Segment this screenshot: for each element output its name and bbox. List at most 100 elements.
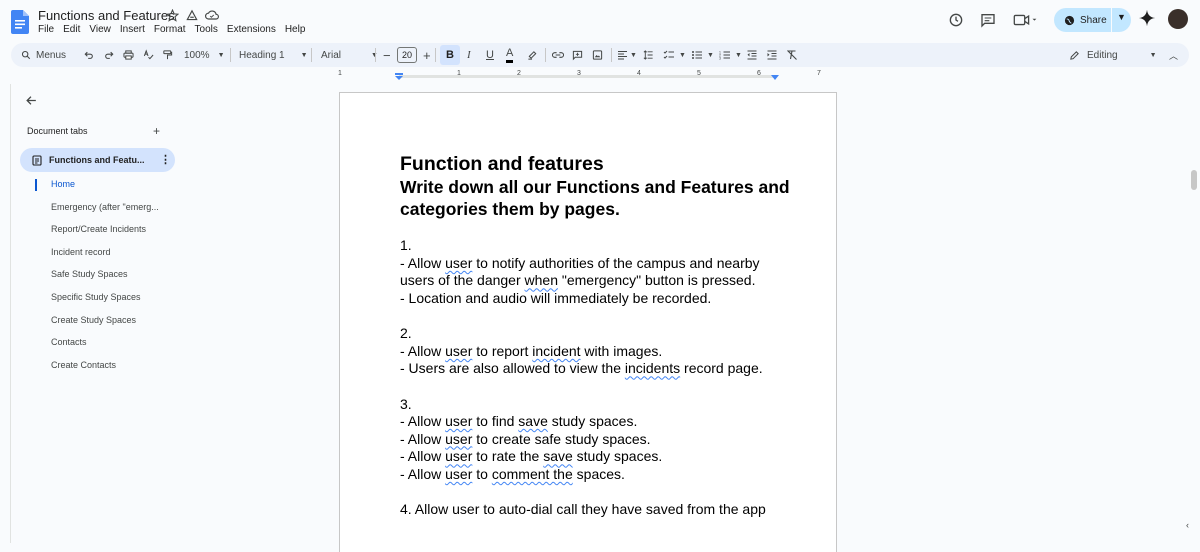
menus-search[interactable]: Menus (21, 43, 66, 67)
image-icon[interactable] (592, 49, 603, 61)
paragraph: - Allow user to create safe study spaces… (400, 431, 790, 449)
grammar-flag[interactable]: save (518, 413, 548, 429)
grammar-flag[interactable]: when (525, 272, 558, 288)
spelling-flag[interactable]: user (445, 431, 472, 447)
document-title[interactable]: Functions and Features (38, 8, 175, 23)
chevron-left-icon[interactable]: ‹ (1186, 520, 1189, 530)
comment-icon[interactable] (980, 12, 996, 28)
vertical-scrollbar[interactable] (1191, 170, 1197, 190)
paragraph: - Allow user to notify authorities of th… (400, 255, 790, 290)
decrease-indent-icon[interactable] (746, 49, 758, 61)
font-size-input[interactable]: 20 (397, 47, 417, 63)
spelling-flag[interactable]: user (445, 343, 472, 359)
gemini-icon[interactable] (1138, 9, 1156, 27)
avatar[interactable] (1168, 9, 1188, 29)
star-icon[interactable] (166, 9, 179, 22)
text-color-button[interactable]: A (506, 45, 514, 63)
menu-edit[interactable]: Edit (63, 24, 80, 35)
chevron-down-icon[interactable]: ▼ (630, 43, 637, 67)
divider (435, 48, 436, 62)
text-run: study spaces. (547, 413, 638, 430)
paragraph: - Location and audio will immediately be… (400, 289, 712, 306)
spelling-flag[interactable]: user (445, 255, 472, 271)
move-icon[interactable] (185, 9, 199, 22)
increase-font-button[interactable]: + (423, 43, 431, 67)
increase-indent-icon[interactable] (766, 49, 778, 61)
menu-file[interactable]: File (38, 24, 54, 35)
share-button[interactable]: Share ▼ (1054, 8, 1131, 32)
highlight-icon[interactable] (527, 49, 538, 61)
style-select[interactable]: Heading 1 ▼ (239, 43, 308, 67)
chevron-down-icon[interactable]: ▼ (707, 43, 714, 67)
menu-help[interactable]: Help (285, 24, 306, 35)
checklist-icon[interactable] (663, 49, 675, 61)
menu-extensions[interactable]: Extensions (227, 24, 276, 35)
print-icon[interactable] (123, 50, 134, 60)
document-page[interactable]: Function and features Write down all our… (339, 92, 837, 552)
chevron-down-icon[interactable]: ▼ (679, 43, 686, 67)
spellcheck-icon[interactable] (143, 49, 154, 61)
editing-label: Editing (1087, 49, 1118, 61)
right-indent-marker-icon[interactable] (771, 75, 779, 80)
chevron-down-icon[interactable]: ▼ (735, 43, 742, 67)
paint-format-icon[interactable] (162, 49, 173, 61)
italic-button[interactable]: I (467, 43, 471, 67)
text-run: to create safe study spaces. (472, 430, 651, 447)
globe-icon (1064, 15, 1075, 25)
chevron-down-icon: ▼ (300, 51, 308, 59)
document-body[interactable]: Function and features Write down all our… (400, 153, 790, 519)
undo-icon[interactable] (84, 50, 94, 60)
underline-button[interactable]: U (486, 43, 494, 67)
spelling-flag[interactable]: user (445, 466, 472, 482)
spelling-flag[interactable]: user (445, 448, 472, 464)
redo-icon[interactable] (104, 50, 114, 60)
text-run: spaces. (572, 465, 625, 482)
numbered-list-icon[interactable]: 123 (719, 49, 731, 61)
link-icon[interactable] (552, 50, 564, 60)
docs-icon[interactable] (11, 10, 29, 34)
paragraph: - Allow user to comment the spaces. (400, 466, 790, 484)
paragraph: - Users are also allowed to view the inc… (400, 360, 790, 378)
grammar-flag[interactable]: incident (532, 343, 580, 359)
indent-marker-icon[interactable] (395, 73, 403, 80)
grammar-flag[interactable]: save (543, 448, 573, 464)
meet-icon[interactable] (1013, 12, 1039, 28)
heading-title: Function and features (400, 153, 604, 175)
align-icon[interactable] (617, 50, 628, 60)
chevron-down-icon[interactable]: ▼ (1117, 12, 1126, 22)
editing-mode-select[interactable]: Editing ▼ (1069, 43, 1157, 67)
text-run: - Allow (400, 448, 446, 465)
menu-view[interactable]: View (89, 24, 111, 35)
decrease-font-button[interactable]: − (383, 43, 391, 67)
grammar-flag[interactable]: comment the (492, 466, 573, 482)
menu-format[interactable]: Format (154, 24, 186, 35)
add-comment-icon[interactable] (572, 49, 583, 61)
ruler-tick: 1 (457, 70, 461, 77)
ruler-tick: 4 (637, 70, 641, 77)
text-run: study spaces. (572, 448, 663, 465)
bullet-list-icon[interactable] (691, 49, 703, 61)
toolbar: Menus 100%▼ Heading 1▼ Arial▼ − 20 + B I… (11, 43, 1189, 67)
zoom-select[interactable]: 100% ▼ (184, 43, 225, 67)
pencil-icon (1070, 50, 1079, 60)
section-number: 3. (400, 395, 412, 412)
clear-formatting-icon[interactable] (786, 49, 798, 61)
line-spacing-icon[interactable] (643, 49, 654, 61)
grammar-flag[interactable]: incidents (625, 360, 680, 376)
collapse-toolbar-icon[interactable]: ︿ (1169, 43, 1178, 67)
bold-button[interactable]: B (440, 45, 460, 65)
font-select[interactable]: Arial▼ (321, 43, 378, 67)
menu-tools[interactable]: Tools (195, 24, 218, 35)
section-number: 2. (400, 325, 412, 342)
text-run: - Allow (400, 254, 446, 271)
menu-insert[interactable]: Insert (120, 24, 145, 35)
cloud-icon[interactable] (205, 9, 219, 22)
spelling-flag[interactable]: user (445, 413, 472, 429)
divider (611, 48, 612, 62)
history-icon[interactable] (948, 12, 964, 28)
divider (375, 48, 376, 62)
title-icons (166, 9, 219, 22)
text-run: to report (472, 342, 533, 359)
text-run: to (472, 465, 492, 482)
